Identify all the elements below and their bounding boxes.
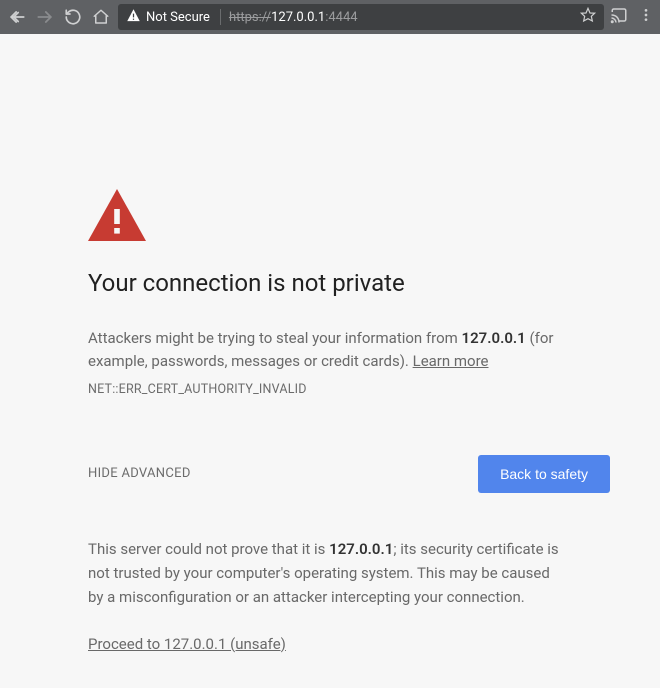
reload-button[interactable] [62,6,84,28]
page-title: Your connection is not private [88,269,610,297]
advanced-detail-text: This server could not prove that it is 1… [88,537,566,609]
ssl-warning-interstitial: Your connection is not private Attackers… [88,34,610,653]
warning-triangle-icon [126,8,141,27]
forward-button[interactable] [34,6,56,28]
page-content: Your connection is not private Attackers… [0,34,660,688]
home-button[interactable] [90,6,112,28]
desc-host: 127.0.0.1 [462,329,526,347]
proceed-unsafe-link[interactable]: Proceed to 127.0.0.1 (unsafe) [88,635,286,653]
button-row: HIDE ADVANCED Back to safety [88,455,610,493]
url-host: 127.0.0.1 [271,10,325,25]
browser-toolbar: Not Secure https://127.0.0.1:4444 [0,0,660,34]
back-button[interactable] [6,6,28,28]
address-bar[interactable]: Not Secure https://127.0.0.1:4444 [118,4,604,30]
menu-icon[interactable] [638,7,654,27]
error-code: NET::ERR_CERT_AUTHORITY_INVALID [88,382,610,397]
security-chip[interactable]: Not Secure [126,8,210,27]
url-port: :4444 [325,10,357,25]
divider [220,9,221,25]
detail-host: 127.0.0.1 [329,540,393,558]
hide-advanced-button[interactable]: HIDE ADVANCED [88,466,191,481]
desc-text-1: Attackers might be trying to steal your … [88,329,462,347]
back-to-safety-button[interactable]: Back to safety [478,455,610,493]
detail-text-1: This server could not prove that it is [88,540,329,558]
security-label: Not Secure [146,10,210,25]
url-text: https://127.0.0.1:4444 [229,10,358,25]
toolbar-right-group [610,6,654,28]
warning-triangle-icon [88,189,610,241]
learn-more-link[interactable]: Learn more [413,352,489,370]
cast-icon[interactable] [610,6,628,28]
warning-description: Attackers might be trying to steal your … [88,327,610,374]
bookmark-star-icon[interactable] [580,7,596,27]
url-protocol: https:// [229,10,271,25]
